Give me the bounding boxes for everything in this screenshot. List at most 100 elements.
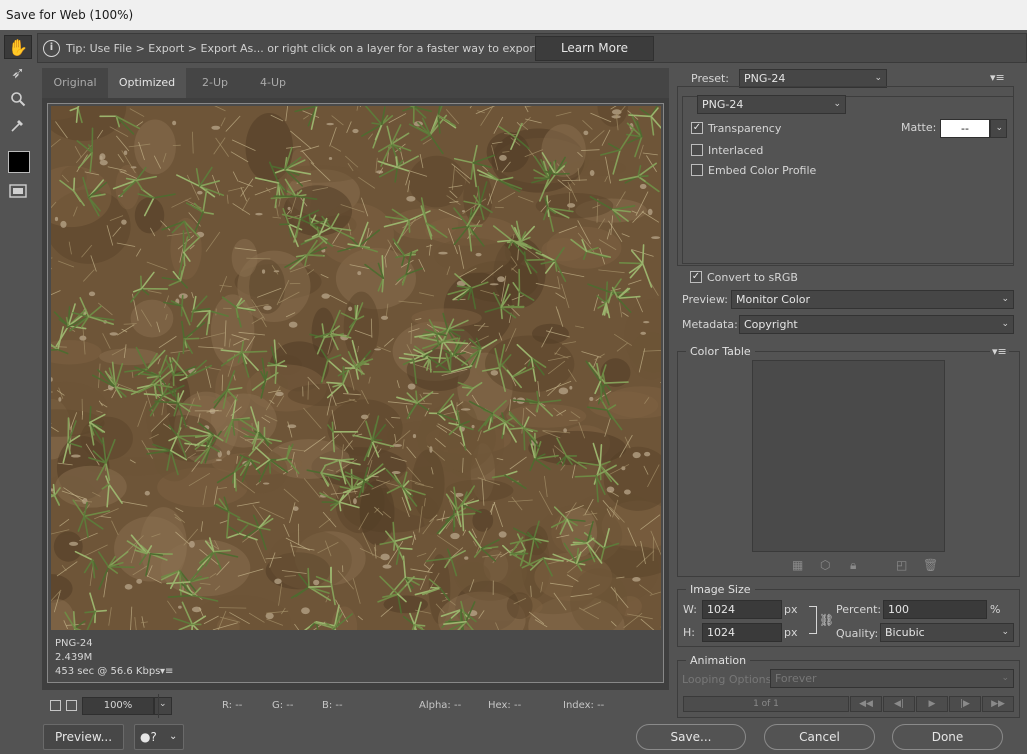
- slice-select-icon[interactable]: ➶: [4, 61, 32, 85]
- dialog-buttons: Preview... ●? ⌄ Save... Cancel Done: [0, 720, 1027, 754]
- preview-download-time: 453 sec @ 56.6 Kbps: [55, 666, 161, 677]
- map-transparency-icon[interactable]: ▦: [792, 558, 803, 572]
- looping-value: Forever: [775, 672, 817, 685]
- tab-optimized[interactable]: Optimized: [108, 68, 186, 98]
- previous-frame-button[interactable]: ◀|: [883, 696, 915, 712]
- looping-options-label: Looping Options:: [682, 673, 776, 686]
- done-button[interactable]: Done: [892, 724, 1003, 750]
- matte-dropdown[interactable]: ⌄: [990, 119, 1007, 138]
- transparency-label: Transparency: [708, 122, 782, 135]
- tab-2-up[interactable]: 2-Up: [186, 68, 244, 98]
- color-table-title: Color Table: [686, 345, 755, 358]
- learn-more-button[interactable]: Learn More: [535, 36, 654, 61]
- zoom-level[interactable]: 100%: [82, 697, 154, 715]
- width-unit: px: [784, 603, 798, 616]
- looping-select[interactable]: Forever ⌄: [770, 669, 1014, 688]
- chevron-down-icon: ⌄: [1001, 627, 1009, 637]
- readout-r: R: --: [222, 700, 243, 711]
- last-frame-button[interactable]: ▶▶: [982, 696, 1014, 712]
- chevron-down-icon: ⌄: [159, 699, 167, 709]
- animation-title: Animation: [686, 654, 751, 667]
- zoom-in-button[interactable]: [66, 700, 77, 711]
- new-color-icon[interactable]: ◰: [896, 558, 907, 572]
- metadata-label: Metadata:: [682, 318, 738, 331]
- convert-srgb-checkbox[interactable]: ✓: [690, 271, 702, 283]
- tip-text: Tip: Use File > Export > Export As... or…: [66, 42, 577, 55]
- preview-color-select[interactable]: Monitor Color ⌄: [731, 290, 1014, 309]
- embed-color-profile-checkbox[interactable]: [691, 164, 703, 176]
- readout-b: B: --: [322, 700, 343, 711]
- preview-label: Preview:: [682, 293, 728, 306]
- readout-index: Index: --: [563, 700, 605, 711]
- width-input[interactable]: 1024: [702, 600, 782, 619]
- hand-icon[interactable]: ✋: [4, 35, 32, 59]
- matte-swatch[interactable]: --: [940, 119, 990, 138]
- matte-label: Matte:: [901, 121, 937, 134]
- preview-file-size: 2.439M: [55, 652, 93, 663]
- format-select[interactable]: PNG-24 ⌄: [697, 95, 846, 114]
- tab-original[interactable]: Original: [42, 68, 108, 98]
- cancel-button[interactable]: Cancel: [764, 724, 875, 750]
- percent-label: Percent:: [836, 603, 882, 616]
- window-title: Save for Web (100%): [0, 0, 1027, 30]
- toggle-slices-icon[interactable]: [4, 179, 32, 203]
- readout-g: G: --: [272, 700, 294, 711]
- web-snap-icon[interactable]: ⬡: [820, 558, 830, 572]
- embed-color-profile-label: Embed Color Profile: [708, 164, 817, 177]
- quality-value: Bicubic: [885, 626, 925, 639]
- chevron-down-icon: ⌄: [995, 123, 1003, 133]
- interlaced-checkbox[interactable]: [691, 144, 703, 156]
- eyedropper-color-swatch[interactable]: [8, 151, 30, 173]
- preset-menu-icon[interactable]: ▾≡: [990, 71, 1005, 84]
- image-size-title: Image Size: [686, 583, 755, 596]
- height-unit: px: [784, 626, 798, 639]
- color-table-swatches[interactable]: [752, 360, 945, 552]
- browser-icon: ●?: [140, 730, 157, 744]
- transparency-checkbox[interactable]: ✓: [691, 122, 703, 134]
- chevron-down-icon: ⌄: [1001, 673, 1009, 683]
- convert-srgb-label: Convert to sRGB: [707, 271, 798, 284]
- play-button[interactable]: ▶: [916, 696, 948, 712]
- percent-unit: %: [990, 603, 1001, 616]
- color-table-menu-icon[interactable]: ▾≡: [990, 345, 1009, 358]
- zoom-dropdown[interactable]: ⌄: [154, 697, 172, 715]
- lock-color-icon[interactable]: 🔒︎: [850, 558, 856, 573]
- height-label: H:: [683, 626, 695, 639]
- chevron-down-icon: ⌄: [874, 73, 882, 83]
- save-button[interactable]: Save...: [636, 724, 746, 750]
- height-input[interactable]: 1024: [702, 623, 782, 642]
- info-icon: i: [43, 40, 60, 57]
- preview-color-value: Monitor Color: [736, 293, 811, 306]
- link-icon[interactable]: ⛓︎: [819, 613, 834, 627]
- status-bar: 100% ⌄ R: -- G: -- B: -- Alpha: -- Hex: …: [42, 694, 669, 718]
- preview-button[interactable]: Preview...: [43, 724, 124, 750]
- preset-label: Preset:: [691, 72, 730, 85]
- tool-strip: ✋ ➶: [4, 33, 32, 205]
- format-value: PNG-24: [702, 98, 744, 111]
- trash-icon[interactable]: 🗑︎: [923, 558, 938, 572]
- metadata-select[interactable]: Copyright ⌄: [739, 315, 1014, 334]
- next-frame-button[interactable]: |▶: [949, 696, 981, 712]
- browser-preview-button[interactable]: ●? ⌄: [134, 724, 184, 750]
- constrain-bracket: [809, 606, 817, 634]
- tip-bar: i Tip: Use File > Export > Export As... …: [37, 33, 1027, 63]
- preset-value: PNG-24: [744, 72, 786, 85]
- readout-hex: Hex: --: [488, 700, 522, 711]
- tab-4-up[interactable]: 4-Up: [244, 68, 302, 98]
- first-frame-button[interactable]: ◀◀: [850, 696, 882, 712]
- metadata-value: Copyright: [744, 318, 798, 331]
- readout-alpha: Alpha: --: [419, 700, 462, 711]
- preview-speed-menu[interactable]: ▾≡: [160, 666, 173, 677]
- percent-input[interactable]: 100: [883, 600, 987, 619]
- optimized-preview-image[interactable]: [51, 106, 661, 630]
- quality-select[interactable]: Bicubic ⌄: [880, 623, 1014, 642]
- zoom-icon[interactable]: [4, 87, 32, 111]
- eyedropper-icon[interactable]: [4, 113, 32, 137]
- interlaced-label: Interlaced: [708, 144, 764, 157]
- preview-tabs: Original Optimized 2-Up 4-Up: [42, 68, 669, 98]
- zoom-out-button[interactable]: [50, 700, 61, 711]
- chevron-down-icon: ⌄: [169, 731, 178, 742]
- chevron-down-icon: ⌄: [1001, 294, 1009, 304]
- width-label: W:: [683, 603, 697, 616]
- preview-format: PNG-24: [55, 638, 93, 649]
